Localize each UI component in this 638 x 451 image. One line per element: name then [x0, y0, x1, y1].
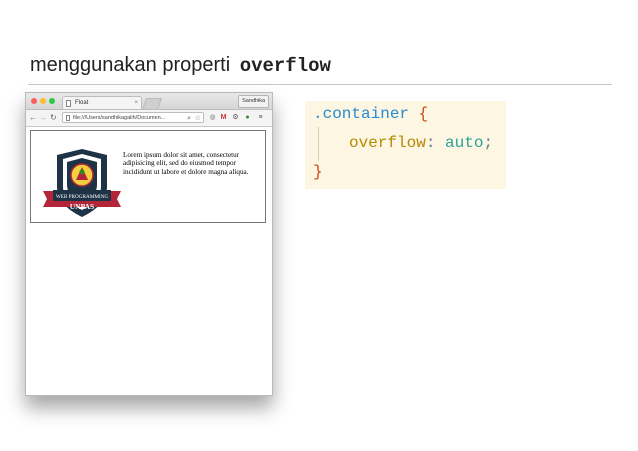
maximize-window-button[interactable]	[49, 98, 55, 104]
profile-button[interactable]: Sandhika	[238, 95, 269, 108]
css-property: overflow	[349, 134, 426, 152]
star-icon[interactable]: ☆	[195, 113, 201, 122]
tab-float[interactable]: Float ×	[62, 96, 142, 109]
evernote-icon[interactable]: ●	[243, 113, 252, 122]
title-divider	[28, 84, 612, 85]
gear-icon[interactable]: ⚙	[231, 113, 240, 122]
code-line-selector: .container {	[313, 105, 428, 123]
back-icon[interactable]: ←	[29, 112, 37, 124]
close-window-button[interactable]	[31, 98, 37, 104]
toolbar: ← → ↻ file:///Users/sandhikagalih/Docume…	[26, 110, 272, 127]
css-selector: .container	[313, 105, 410, 123]
unpas-badge-logo: WEB PROGRAMMING UNPAS	[43, 149, 121, 217]
tab-close-icon[interactable]: ×	[134, 97, 138, 110]
forward-icon[interactable]: →	[39, 112, 47, 124]
minimize-window-button[interactable]	[40, 98, 46, 104]
extension-icon[interactable]: ◍	[208, 113, 217, 122]
slide-title-code: overflow	[239, 55, 331, 77]
code-line-declaration: overflow: auto;	[349, 134, 493, 152]
css-colon: :	[425, 134, 436, 152]
new-tab-button[interactable]	[141, 98, 163, 110]
slide-title-text: menggunakan properti	[30, 54, 231, 76]
code-line-close: }	[313, 163, 323, 181]
gmail-icon[interactable]: M	[219, 113, 228, 122]
open-brace: {	[418, 105, 429, 123]
reload-icon[interactable]: ↻	[50, 112, 57, 124]
container-div[interactable]: WEB PROGRAMMING UNPAS Lorem ipsum dolor …	[30, 130, 266, 223]
address-text: file:///Users/sandhikagalih/Documen...	[73, 115, 166, 121]
close-brace: }	[313, 163, 323, 181]
tab-bar: Float × Sandhika	[26, 93, 272, 110]
svg-text:UNPAS: UNPAS	[70, 202, 94, 211]
menu-icon[interactable]: ≡	[256, 113, 265, 122]
tab-title: Float	[75, 100, 89, 106]
address-bar[interactable]: file:///Users/sandhikagalih/Documen... ⌕…	[62, 112, 204, 123]
svg-text:WEB PROGRAMMING: WEB PROGRAMMING	[56, 194, 109, 200]
css-value: auto	[445, 134, 484, 152]
css-semicolon: ;	[483, 134, 494, 152]
page-icon	[66, 115, 70, 121]
slide-title: menggunakan properti overflow	[30, 54, 331, 77]
page-viewport: WEB PROGRAMMING UNPAS Lorem ipsum dolor …	[26, 127, 272, 395]
indent-guide	[318, 127, 319, 161]
zoom-icon[interactable]: ⌕	[187, 113, 191, 122]
lorem-paragraph: Lorem ipsum dolor sit amet, consectetur …	[123, 151, 249, 176]
code-snippet: .container { overflow: auto; }	[305, 101, 506, 189]
browser-window: Float × Sandhika ← → ↻ file:///Users/san…	[25, 92, 273, 396]
page-icon	[66, 100, 71, 107]
